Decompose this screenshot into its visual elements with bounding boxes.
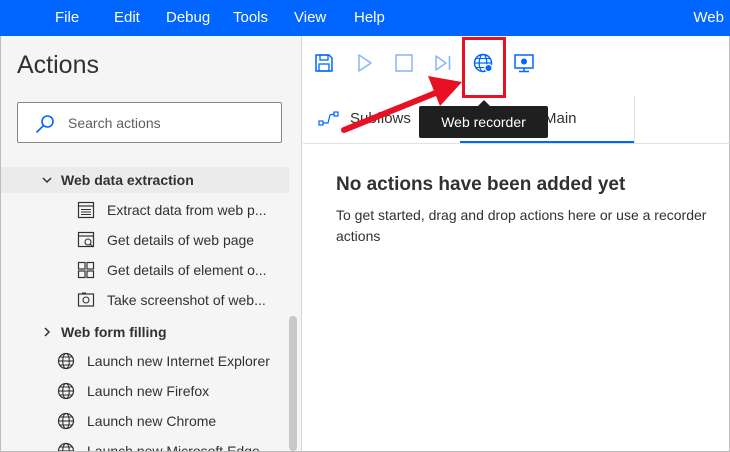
action-label: Extract data from web p... [107, 202, 267, 218]
element-details-icon [77, 261, 95, 279]
actions-scrollbar[interactable] [289, 316, 297, 451]
empty-state-line: To get started, drag and drop actions he… [336, 207, 707, 223]
action-label: Launch new Internet Explorer [87, 353, 270, 369]
action-label: Launch new Firefox [87, 383, 210, 399]
globe-icon [57, 442, 75, 451]
chevron-down-icon [42, 177, 52, 184]
extract-data-icon [77, 201, 95, 219]
search-box[interactable] [17, 102, 282, 143]
empty-state-title: No actions have been added yet [336, 174, 626, 195]
menu-view[interactable]: View [294, 9, 326, 26]
globe-icon [57, 412, 75, 430]
window-title: Web [693, 9, 724, 26]
tab-main-active-indicator [460, 141, 634, 143]
chevron-right-icon [44, 327, 51, 337]
menu-edit[interactable]: Edit [114, 9, 140, 26]
next-action-icon[interactable] [432, 52, 454, 74]
empty-state-line: actions [336, 228, 381, 244]
empty-state-description: To get started, drag and drop actions he… [336, 205, 728, 247]
search-input[interactable] [68, 112, 268, 134]
action-label: Launch new Chrome [87, 413, 217, 429]
tab-divider [634, 96, 635, 143]
action-extract-data[interactable]: Extract data from web p... [1, 196, 289, 224]
menu-help[interactable]: Help [354, 9, 385, 26]
desktop-recorder-icon[interactable] [513, 52, 535, 74]
group-web-data-extraction[interactable]: Web data extraction [1, 167, 289, 193]
action-label: Get details of element o... [107, 262, 267, 278]
web-page-details-icon [77, 231, 95, 248]
group-label: Web data extraction [61, 172, 194, 188]
menu-tools[interactable]: Tools [233, 9, 268, 26]
action-launch-ie[interactable]: Launch new Internet Explorer [1, 347, 289, 375]
action-label: Launch new Microsoft Edge [87, 443, 260, 451]
action-label: Take screenshot of web... [107, 292, 266, 308]
tab-subflows-label: Subflows [350, 110, 411, 127]
action-get-details-web-page[interactable]: Get details of web page [1, 226, 289, 254]
action-get-details-element[interactable]: Get details of element o... [1, 256, 289, 284]
tab-main-label[interactable]: Main [544, 110, 577, 127]
menu-file[interactable]: File [55, 9, 79, 26]
stop-icon[interactable] [393, 52, 415, 74]
globe-icon [57, 382, 75, 400]
web-recorder-highlight [462, 37, 506, 98]
globe-icon [57, 352, 75, 370]
search-icon [36, 115, 54, 133]
action-launch-edge[interactable]: Launch new Microsoft Edge [1, 437, 289, 451]
action-take-screenshot[interactable]: Take screenshot of web... [1, 286, 289, 314]
menu-debug[interactable]: Debug [166, 9, 210, 26]
menu-bar: File Edit Debug Tools View Help Web [0, 0, 730, 36]
actions-panel: Actions Web data extraction Extract data… [1, 36, 302, 451]
subflows-icon [318, 111, 339, 126]
web-recorder-tooltip: Web recorder [419, 106, 548, 138]
run-icon[interactable] [353, 52, 375, 74]
action-launch-chrome[interactable]: Launch new Chrome [1, 407, 289, 435]
action-launch-firefox[interactable]: Launch new Firefox [1, 377, 289, 405]
actions-title: Actions [17, 51, 99, 79]
group-web-form-filling[interactable]: Web form filling [1, 319, 289, 345]
save-icon[interactable] [313, 52, 335, 74]
screenshot-icon [77, 292, 95, 307]
action-label: Get details of web page [107, 232, 255, 248]
group-label: Web form filling [61, 324, 167, 340]
